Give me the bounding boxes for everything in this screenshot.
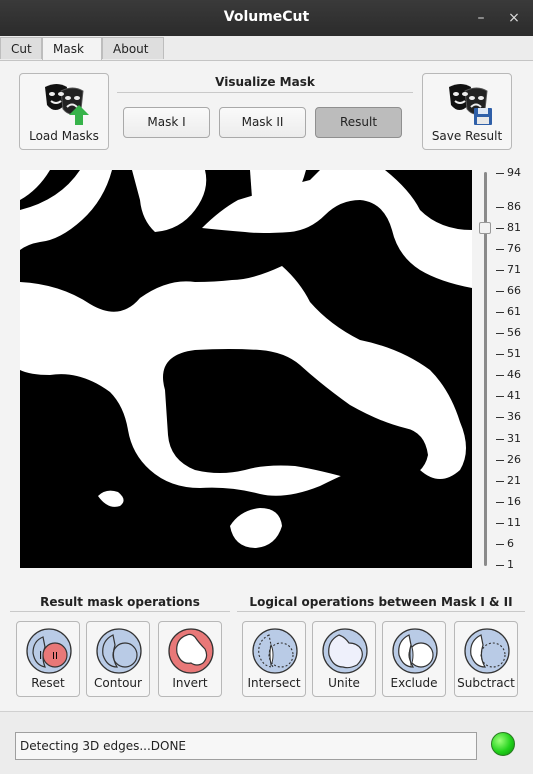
subtract-button[interactable]: Subctract bbox=[454, 621, 518, 697]
mask-ii-button[interactable]: Mask II bbox=[219, 107, 306, 138]
slider-tick bbox=[496, 522, 504, 524]
slider-tick-label: 61 bbox=[507, 305, 521, 319]
minimize-button[interactable]: – bbox=[471, 8, 491, 28]
intersect-label: Intersect bbox=[247, 676, 301, 690]
slider-tick-label: 46 bbox=[507, 368, 521, 382]
status-message: Detecting 3D edges...DONE bbox=[15, 732, 477, 760]
slider-tick bbox=[496, 269, 504, 271]
tab-mask[interactable]: Mask bbox=[42, 37, 102, 61]
slider-tick bbox=[496, 227, 504, 229]
slider-tick bbox=[496, 417, 504, 419]
slider-tick bbox=[496, 480, 504, 482]
slider-tick-label: 71 bbox=[507, 262, 521, 276]
divider bbox=[237, 611, 525, 612]
exclude-icon bbox=[392, 628, 438, 674]
slider-tick bbox=[496, 543, 504, 545]
slider-tick-label: 66 bbox=[507, 284, 521, 298]
svg-text:II: II bbox=[52, 651, 58, 662]
tab-cut[interactable]: Cut bbox=[0, 37, 42, 59]
mask-result-view[interactable] bbox=[20, 170, 472, 568]
slider-tick bbox=[496, 565, 504, 566]
result-ops-title: Result mask operations bbox=[40, 595, 200, 609]
reset-button[interactable]: I II Reset bbox=[16, 621, 80, 697]
load-masks-label: Load Masks bbox=[29, 129, 99, 143]
slider-tick-label: 76 bbox=[507, 241, 521, 255]
divider bbox=[117, 92, 413, 93]
save-result-label: Save Result bbox=[431, 129, 503, 143]
slider-tick-label: 1 bbox=[507, 558, 514, 571]
slider-tick bbox=[496, 396, 504, 398]
slider-tick bbox=[496, 375, 504, 377]
slider-tick-label: 36 bbox=[507, 410, 521, 424]
slider-tick-label: 6 bbox=[507, 536, 514, 550]
unite-label: Unite bbox=[328, 676, 360, 690]
load-masks-button[interactable]: Load Masks bbox=[19, 73, 109, 150]
title-bar: VolumeCut – × bbox=[0, 0, 533, 36]
slider-tick-label: 51 bbox=[507, 347, 521, 361]
result-button[interactable]: Result bbox=[315, 107, 402, 138]
tab-about[interactable]: About bbox=[102, 37, 164, 59]
slice-slider-handle[interactable] bbox=[479, 221, 491, 234]
save-result-button[interactable]: Save Result bbox=[422, 73, 512, 150]
slider-tick-label: 81 bbox=[507, 220, 521, 234]
slider-tick bbox=[496, 354, 504, 356]
slider-tick-label: 26 bbox=[507, 452, 521, 466]
slider-tick-label: 31 bbox=[507, 431, 521, 445]
masks-save-icon bbox=[449, 84, 492, 125]
contour-label: Contour bbox=[94, 676, 142, 690]
slider-tick-label: 21 bbox=[507, 473, 521, 487]
slider-tick bbox=[496, 459, 504, 461]
status-indicator-icon bbox=[491, 732, 515, 756]
invert-label: Invert bbox=[172, 676, 208, 690]
exclude-button[interactable]: Exclude bbox=[382, 621, 446, 697]
slider-tick-label: 41 bbox=[507, 389, 521, 403]
slider-tick bbox=[496, 173, 504, 174]
contour-button[interactable]: Contour bbox=[86, 621, 150, 697]
visualize-mask-title: Visualize Mask bbox=[215, 75, 315, 89]
result-mask-image bbox=[20, 170, 472, 568]
masks-load-icon bbox=[45, 84, 89, 125]
reset-icon: I II bbox=[26, 628, 72, 674]
mask-i-button[interactable]: Mask I bbox=[123, 107, 210, 138]
slider-tick bbox=[496, 312, 504, 314]
slider-tick bbox=[496, 291, 504, 293]
slider-tick bbox=[496, 206, 504, 208]
slider-tick bbox=[496, 248, 504, 250]
close-button[interactable]: × bbox=[504, 8, 524, 28]
subtract-icon bbox=[464, 628, 510, 674]
logical-ops-title: Logical operations between Mask I & II bbox=[249, 595, 513, 609]
invert-button[interactable]: Invert bbox=[158, 621, 222, 697]
slider-tick-label: 94 bbox=[507, 166, 521, 179]
slider-tick-label: 86 bbox=[507, 199, 521, 213]
slider-tick-label: 56 bbox=[507, 326, 521, 340]
slider-tick bbox=[496, 438, 504, 440]
contour-icon bbox=[96, 628, 142, 674]
slider-tick-label: 16 bbox=[507, 494, 521, 508]
svg-text:I: I bbox=[39, 649, 42, 662]
slider-tick bbox=[496, 501, 504, 503]
unite-button[interactable]: Unite bbox=[312, 621, 376, 697]
reset-label: Reset bbox=[31, 676, 65, 690]
slider-tick-label: 11 bbox=[507, 515, 521, 529]
intersect-icon bbox=[252, 628, 298, 674]
invert-icon bbox=[168, 628, 214, 674]
exclude-label: Exclude bbox=[390, 676, 438, 690]
intersect-button[interactable]: Intersect bbox=[242, 621, 306, 697]
divider bbox=[10, 611, 230, 612]
subtract-label: Subctract bbox=[457, 676, 515, 690]
slider-tick bbox=[496, 333, 504, 335]
unite-icon bbox=[322, 628, 368, 674]
window-title: VolumeCut bbox=[223, 9, 310, 25]
